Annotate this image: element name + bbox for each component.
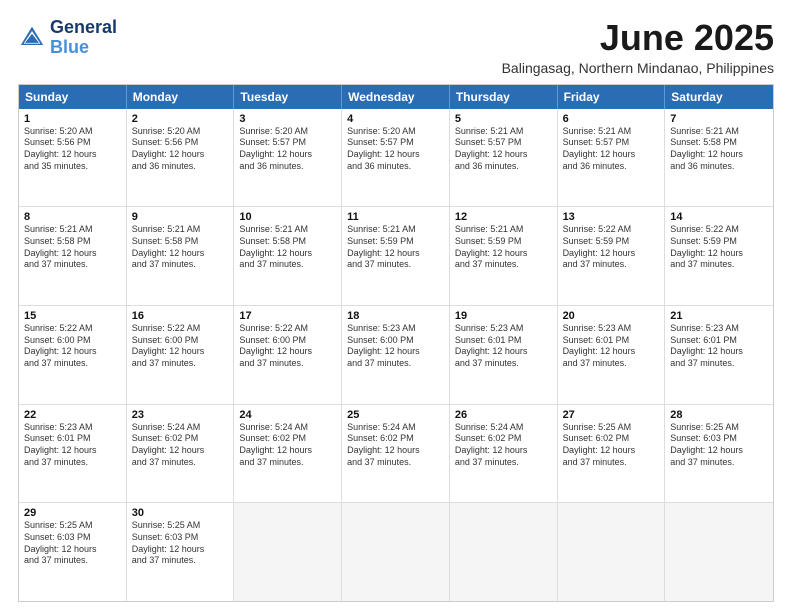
table-row: 3 Sunrise: 5:20 AM Sunset: 5:57 PM Dayli… — [234, 109, 342, 207]
logo-line2: Blue — [50, 37, 89, 57]
table-row: 9 Sunrise: 5:21 AM Sunset: 5:58 PM Dayli… — [127, 207, 235, 305]
table-row: 5 Sunrise: 5:21 AM Sunset: 5:57 PM Dayli… — [450, 109, 558, 207]
header-tuesday: Tuesday — [234, 85, 342, 109]
logo-text: General Blue — [50, 18, 117, 58]
table-row: 30 Sunrise: 5:25 AM Sunset: 6:03 PM Dayl… — [127, 503, 235, 601]
table-row: 13 Sunrise: 5:22 AM Sunset: 5:59 PM Dayl… — [558, 207, 666, 305]
table-row: 19 Sunrise: 5:23 AM Sunset: 6:01 PM Dayl… — [450, 306, 558, 404]
logo-line1: General — [50, 18, 117, 38]
table-row: 1 Sunrise: 5:20 AM Sunset: 5:56 PM Dayli… — [19, 109, 127, 207]
week-row-4: 22 Sunrise: 5:23 AM Sunset: 6:01 PM Dayl… — [19, 405, 773, 504]
week-row-2: 8 Sunrise: 5:21 AM Sunset: 5:58 PM Dayli… — [19, 207, 773, 306]
table-row-empty — [450, 503, 558, 601]
table-row: 15 Sunrise: 5:22 AM Sunset: 6:00 PM Dayl… — [19, 306, 127, 404]
table-row: 8 Sunrise: 5:21 AM Sunset: 5:58 PM Dayli… — [19, 207, 127, 305]
calendar-body: 1 Sunrise: 5:20 AM Sunset: 5:56 PM Dayli… — [19, 109, 773, 601]
table-row: 14 Sunrise: 5:22 AM Sunset: 5:59 PM Dayl… — [665, 207, 773, 305]
header: General Blue June 2025 Balingasag, North… — [18, 18, 774, 76]
table-row-empty — [665, 503, 773, 601]
table-row-empty — [234, 503, 342, 601]
title-block: June 2025 Balingasag, Northern Mindanao,… — [502, 18, 774, 76]
table-row: 21 Sunrise: 5:23 AM Sunset: 6:01 PM Dayl… — [665, 306, 773, 404]
table-row: 12 Sunrise: 5:21 AM Sunset: 5:59 PM Dayl… — [450, 207, 558, 305]
logo: General Blue — [18, 18, 117, 58]
header-saturday: Saturday — [665, 85, 773, 109]
table-row: 24 Sunrise: 5:24 AM Sunset: 6:02 PM Dayl… — [234, 405, 342, 503]
table-row: 17 Sunrise: 5:22 AM Sunset: 6:00 PM Dayl… — [234, 306, 342, 404]
table-row: 25 Sunrise: 5:24 AM Sunset: 6:02 PM Dayl… — [342, 405, 450, 503]
table-row: 6 Sunrise: 5:21 AM Sunset: 5:57 PM Dayli… — [558, 109, 666, 207]
table-row: 18 Sunrise: 5:23 AM Sunset: 6:00 PM Dayl… — [342, 306, 450, 404]
table-row: 26 Sunrise: 5:24 AM Sunset: 6:02 PM Dayl… — [450, 405, 558, 503]
page: General Blue June 2025 Balingasag, North… — [0, 0, 792, 612]
calendar-header: Sunday Monday Tuesday Wednesday Thursday… — [19, 85, 773, 109]
header-monday: Monday — [127, 85, 235, 109]
week-row-3: 15 Sunrise: 5:22 AM Sunset: 6:00 PM Dayl… — [19, 306, 773, 405]
week-row-5: 29 Sunrise: 5:25 AM Sunset: 6:03 PM Dayl… — [19, 503, 773, 601]
table-row: 29 Sunrise: 5:25 AM Sunset: 6:03 PM Dayl… — [19, 503, 127, 601]
calendar-title: June 2025 — [502, 18, 774, 58]
table-row: 16 Sunrise: 5:22 AM Sunset: 6:00 PM Dayl… — [127, 306, 235, 404]
table-row: 10 Sunrise: 5:21 AM Sunset: 5:58 PM Dayl… — [234, 207, 342, 305]
table-row: 27 Sunrise: 5:25 AM Sunset: 6:02 PM Dayl… — [558, 405, 666, 503]
table-row: 28 Sunrise: 5:25 AM Sunset: 6:03 PM Dayl… — [665, 405, 773, 503]
header-friday: Friday — [558, 85, 666, 109]
week-row-1: 1 Sunrise: 5:20 AM Sunset: 5:56 PM Dayli… — [19, 109, 773, 208]
header-thursday: Thursday — [450, 85, 558, 109]
header-sunday: Sunday — [19, 85, 127, 109]
calendar-subtitle: Balingasag, Northern Mindanao, Philippin… — [502, 60, 774, 76]
table-row: 20 Sunrise: 5:23 AM Sunset: 6:01 PM Dayl… — [558, 306, 666, 404]
table-row: 22 Sunrise: 5:23 AM Sunset: 6:01 PM Dayl… — [19, 405, 127, 503]
table-row: 7 Sunrise: 5:21 AM Sunset: 5:58 PM Dayli… — [665, 109, 773, 207]
table-row-empty — [558, 503, 666, 601]
table-row: 23 Sunrise: 5:24 AM Sunset: 6:02 PM Dayl… — [127, 405, 235, 503]
table-row: 2 Sunrise: 5:20 AM Sunset: 5:56 PM Dayli… — [127, 109, 235, 207]
calendar: Sunday Monday Tuesday Wednesday Thursday… — [18, 84, 774, 602]
logo-icon — [18, 24, 46, 52]
table-row: 4 Sunrise: 5:20 AM Sunset: 5:57 PM Dayli… — [342, 109, 450, 207]
header-wednesday: Wednesday — [342, 85, 450, 109]
table-row: 11 Sunrise: 5:21 AM Sunset: 5:59 PM Dayl… — [342, 207, 450, 305]
table-row-empty — [342, 503, 450, 601]
